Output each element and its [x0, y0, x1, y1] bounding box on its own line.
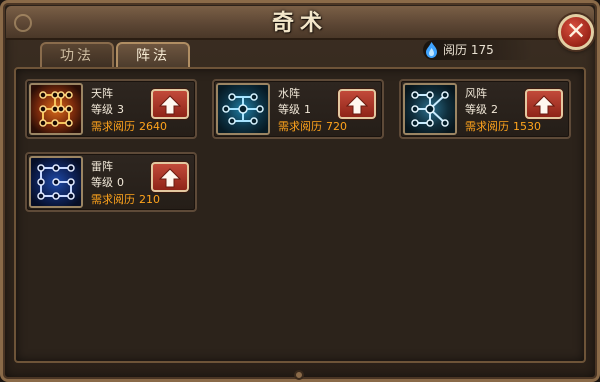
- formation-name: 雷阵: [91, 160, 113, 173]
- level-label: 等级: [278, 103, 300, 116]
- upgrade-button[interactable]: [338, 89, 376, 119]
- requirement-label: 需求阅历: [91, 193, 135, 206]
- formation-name: 天阵: [91, 87, 113, 100]
- level-value: 1: [304, 103, 311, 116]
- formation-card-tian: 天阵 等级 3 需求阅历 2640: [25, 79, 197, 139]
- up-arrow-icon: [533, 95, 555, 115]
- formation-card-shui: 水阵 等级 1 需求阅历 720: [212, 79, 384, 139]
- experience-value: 175: [470, 43, 494, 57]
- requirement-value: 2640: [139, 120, 167, 133]
- upgrade-button[interactable]: [151, 162, 189, 192]
- heaven-formation-icon: [29, 83, 83, 135]
- requirement-value: 210: [139, 193, 160, 206]
- wind-formation-icon: [403, 83, 457, 135]
- level-label: 等级: [91, 176, 113, 189]
- water-formation-icon: [216, 83, 270, 135]
- corner-ornament: [14, 14, 32, 32]
- up-arrow-icon: [159, 168, 181, 188]
- window-title: 奇术: [271, 10, 328, 36]
- requirement-label: 需求阅历: [465, 120, 509, 133]
- formation-name: 水阵: [278, 87, 300, 100]
- formation-card-feng: 风阵 等级 2 需求阅历 1530: [399, 79, 571, 139]
- requirement-value: 720: [326, 120, 347, 133]
- level-value: 3: [117, 103, 124, 116]
- close-icon: ✕: [565, 17, 587, 45]
- close-button[interactable]: ✕: [558, 14, 594, 50]
- thunder-formation-icon: [29, 156, 83, 208]
- tab-zhenfa[interactable]: 阵法: [116, 42, 190, 69]
- blue-flame-icon: [426, 42, 437, 58]
- level-label: 等级: [465, 103, 487, 116]
- bottom-ornament: [294, 370, 304, 380]
- level-value: 0: [117, 176, 124, 189]
- experience-label: 阅历: [443, 43, 468, 57]
- up-arrow-icon: [159, 95, 181, 115]
- requirement-value: 1530: [513, 120, 541, 133]
- upgrade-button[interactable]: [151, 89, 189, 119]
- tab-gongfa[interactable]: 功法: [40, 42, 114, 69]
- level-label: 等级: [91, 103, 113, 116]
- formation-card-lei: 雷阵 等级 0 需求阅历 210: [25, 152, 197, 212]
- title-bar: 奇术: [6, 6, 594, 40]
- experience-display: 阅历 175: [423, 40, 533, 60]
- level-value: 2: [491, 103, 498, 116]
- requirement-label: 需求阅历: [91, 120, 135, 133]
- requirement-label: 需求阅历: [278, 120, 322, 133]
- up-arrow-icon: [346, 95, 368, 115]
- formation-name: 风阵: [465, 87, 487, 100]
- upgrade-button[interactable]: [525, 89, 563, 119]
